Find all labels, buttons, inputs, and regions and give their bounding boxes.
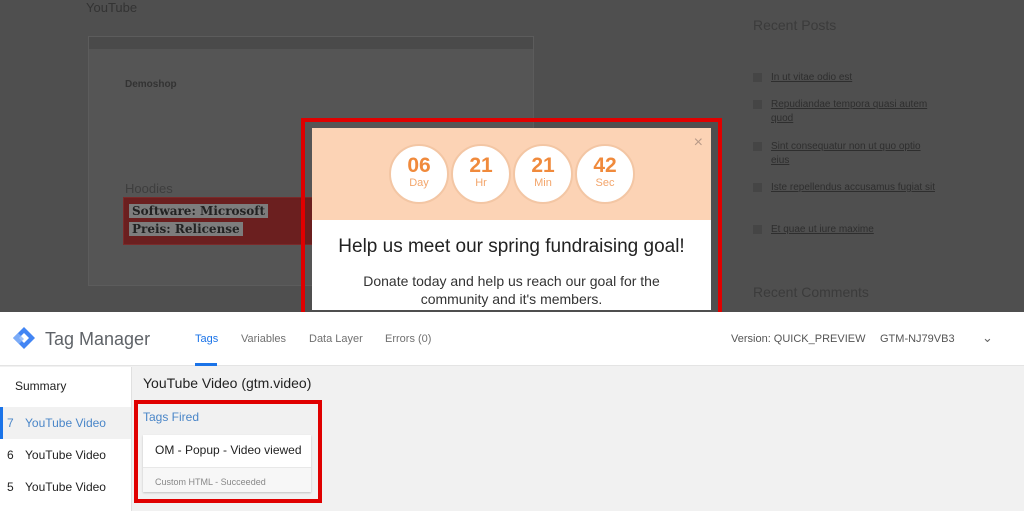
chevron-down-icon[interactable]: ⌄ — [982, 330, 993, 346]
countdown-minutes: 21 Min — [513, 144, 573, 204]
post-icon — [753, 225, 762, 234]
event-item[interactable]: 7 YouTube Video — [0, 407, 131, 439]
post-link[interactable]: In ut vitae odio est — [771, 71, 941, 85]
fundraising-popup: 06 Day 21 Hr 21 Min 42 Sec × Help us meet ou… — [312, 128, 711, 310]
tag-manager-panel: Tag Manager Tags Variables Data Layer Er… — [0, 312, 1024, 511]
tag-name: OM - Popup - Video viewed — [155, 443, 302, 457]
countdown-hours: 21 Hr — [451, 144, 511, 204]
tab-tags[interactable]: Tags — [195, 333, 218, 345]
post-icon — [753, 142, 762, 151]
countdown-days: 06 Day — [389, 144, 449, 204]
post-icon — [753, 73, 762, 82]
tags-fired-label: Tags Fired — [143, 410, 200, 424]
event-item[interactable]: 6 YouTube Video — [0, 439, 131, 471]
tab-variables[interactable]: Variables — [241, 333, 286, 345]
category-heading: Hoodies — [125, 181, 173, 196]
site-title: Demoshop — [125, 79, 177, 90]
post-link[interactable]: Et quae ut iure maxime — [771, 223, 941, 237]
post-link[interactable]: Sint consequatur non ut quo optio eius — [771, 140, 941, 168]
event-sidebar: Summary 7 YouTube Video 6 YouTube Video 5Y… — [0, 367, 132, 511]
post-icon — [753, 100, 762, 109]
banner-line-1: Software: Microsoft — [129, 204, 268, 218]
tag-manager-logo-icon — [13, 327, 35, 349]
fired-tag-card[interactable]: OM - Popup - Video viewed Custom HTML - … — [143, 435, 311, 492]
popup-headline: Help us meet our spring fundraising goal… — [338, 236, 685, 257]
tag-status: Custom HTML - Succeeded — [143, 467, 311, 492]
brand-name: Tag Manager — [45, 329, 151, 349]
post-icon — [753, 183, 762, 192]
browser-tab-bar — [89, 37, 533, 49]
event-title: YouTube Video (gtm.video) — [143, 375, 312, 391]
close-icon[interactable]: × — [694, 134, 703, 152]
recent-posts-title: Recent Posts — [753, 17, 837, 33]
summary-item[interactable]: Summary — [15, 379, 66, 393]
countdown-seconds: 42 Sec — [575, 144, 635, 204]
version-label: Version: QUICK_PREVIEW — [731, 333, 866, 345]
post-link[interactable]: Iste repellendus accusamus fugiat sit — [771, 181, 941, 195]
container-id: GTM-NJ79VB3 — [880, 333, 955, 345]
countdown-area: 06 Day 21 Hr 21 Min 42 Sec × — [312, 128, 711, 220]
recent-comments-title: Recent Comments — [753, 284, 869, 300]
tab-errors[interactable]: Errors (0) — [385, 333, 431, 345]
active-tab-indicator — [195, 363, 217, 366]
post-link[interactable]: Repudiandae tempora quasi autem quod — [771, 98, 941, 126]
event-item[interactable]: 5 YouTube Video — [0, 471, 131, 503]
tag-manager-header: Tag Manager Tags Variables Data Layer Er… — [0, 312, 1024, 366]
page-heading: YouTube — [86, 0, 138, 15]
popup-body: Donate today and help us reach our goal … — [363, 273, 660, 307]
banner-line-2: Preis: Relicense — [129, 222, 243, 236]
tab-data-layer[interactable]: Data Layer — [309, 333, 363, 345]
